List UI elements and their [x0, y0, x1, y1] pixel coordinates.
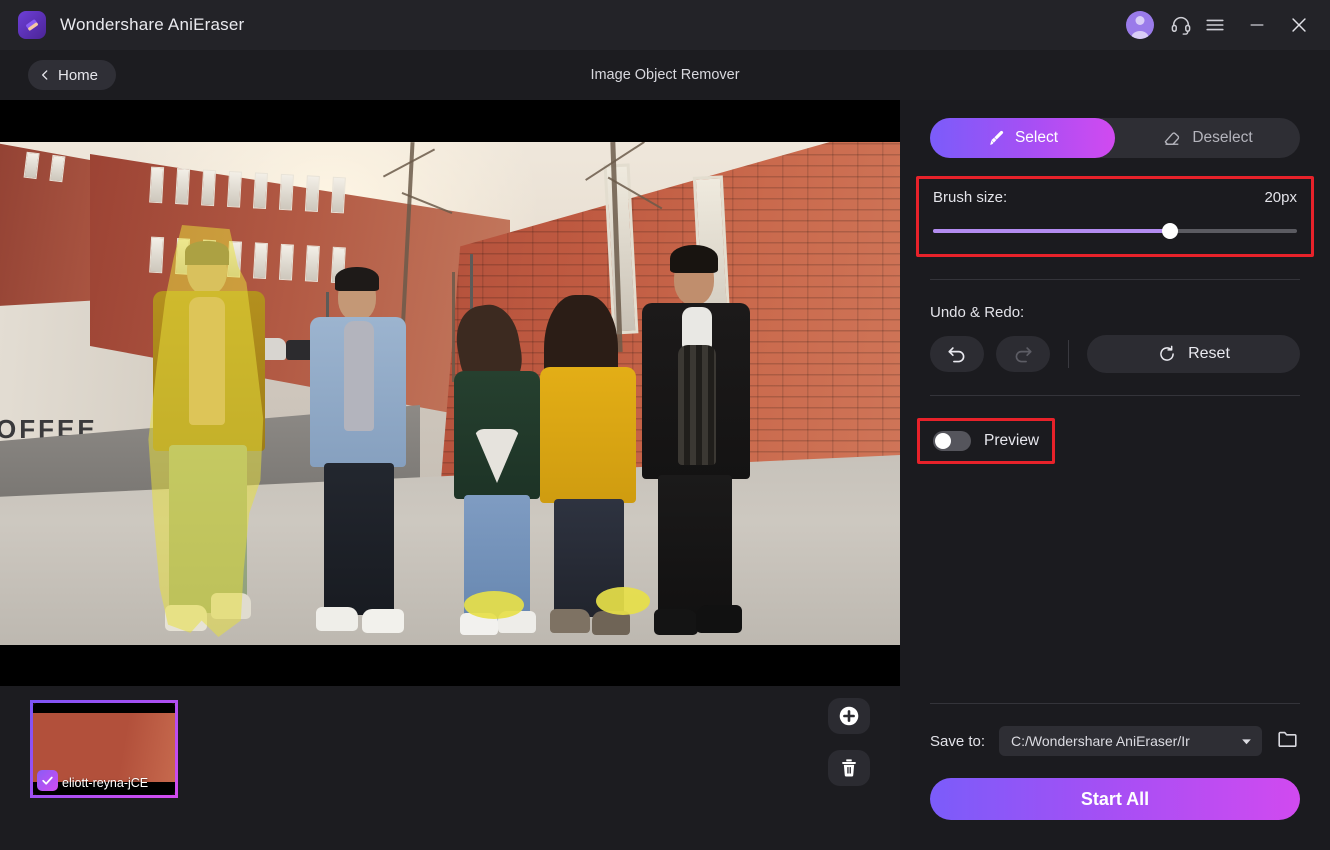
minimize-icon[interactable] [1240, 8, 1274, 42]
filmstrip: eliott-reyna-jCE [0, 685, 900, 850]
delete-image-button[interactable] [828, 750, 870, 786]
tool-segmented-control: Select Deselect [930, 118, 1300, 158]
app-window: Wondershare AniEraser Home Image Object … [0, 0, 1330, 850]
deselect-tool-button[interactable]: Deselect [1115, 118, 1300, 158]
home-button-label: Home [58, 66, 99, 84]
left-pane: OFFEE eliott-reyna-jCE [0, 100, 900, 850]
thumbnail-checkbox[interactable] [37, 770, 58, 791]
sweater [540, 367, 636, 503]
shoe [696, 605, 742, 633]
shirt [189, 297, 225, 425]
shoe [165, 605, 207, 631]
brush-size-header: Brush size: 20px [933, 189, 1297, 206]
vertical-separator [1068, 340, 1069, 368]
pants [169, 445, 247, 613]
pants [658, 475, 732, 617]
shoe [654, 609, 698, 635]
add-image-button[interactable] [828, 698, 870, 734]
save-to-label: Save to: [930, 732, 986, 750]
brush-size-label: Brush size: [933, 189, 1008, 206]
right-panel: Select Deselect Brush size: 20px Undo & … [900, 100, 1330, 850]
history-label: Undo & Redo: [930, 304, 1025, 321]
trash-icon [842, 759, 856, 777]
shoe [362, 609, 404, 633]
window-row [23, 151, 66, 183]
reset-button[interactable]: Reset [1087, 335, 1300, 373]
person-5 [640, 245, 752, 645]
hair [185, 241, 229, 265]
hair [335, 267, 379, 291]
save-path-dropdown[interactable]: C:/Wondershare AniEraser/Ir [999, 726, 1262, 756]
pants [324, 463, 394, 615]
thumbnail-filename: eliott-reyna-jCE [62, 776, 149, 790]
divider [930, 279, 1300, 280]
tshirt [682, 307, 712, 349]
chevron-down-icon [1242, 738, 1251, 744]
thumbnail-item[interactable]: eliott-reyna-jCE [30, 700, 178, 798]
folder-icon [1278, 731, 1297, 747]
chevron-left-icon [42, 70, 48, 80]
user-avatar[interactable] [1126, 11, 1154, 39]
brush-icon [989, 130, 1004, 145]
preview-group: Preview [917, 418, 1056, 464]
brush-size-group: Brush size: 20px [916, 176, 1314, 257]
person-1 [145, 241, 275, 645]
plaid-shirt [678, 345, 716, 465]
preview-label: Preview [984, 432, 1040, 449]
body: OFFEE eliott-reyna-jCE Select Deselect B… [0, 100, 1330, 850]
browse-folder-button[interactable] [1276, 727, 1300, 756]
history-controls: Reset [930, 335, 1300, 373]
plus-circle-icon [839, 706, 859, 726]
redo-icon [1015, 347, 1032, 363]
undo-icon [948, 347, 965, 363]
page-title: Image Object Remover [590, 67, 740, 83]
selection-blob-2 [596, 587, 650, 615]
image-canvas[interactable]: OFFEE [0, 100, 900, 685]
slider-fill [933, 229, 1170, 233]
deselect-tool-label: Deselect [1192, 129, 1253, 146]
divider [930, 395, 1300, 396]
shirt [344, 321, 374, 431]
home-button[interactable]: Home [28, 60, 117, 90]
reset-label: Reset [1188, 345, 1230, 362]
shoe [316, 607, 358, 631]
start-all-button[interactable]: Start All [930, 778, 1300, 820]
eraser-icon [1165, 132, 1180, 145]
divider [930, 703, 1300, 704]
headset-icon[interactable] [1164, 8, 1198, 42]
hair [670, 245, 718, 273]
boot [550, 609, 590, 633]
save-to-row: Save to: C:/Wondershare AniEraser/Ir [930, 726, 1300, 756]
person-2 [306, 267, 412, 645]
close-icon[interactable] [1282, 8, 1316, 42]
source-photo: OFFEE [0, 142, 900, 645]
reset-icon [1160, 345, 1174, 361]
check-icon [42, 776, 53, 785]
title-bar: Wondershare AniEraser [0, 0, 1330, 50]
preview-toggle[interactable] [933, 431, 971, 451]
eraser-logo-icon [18, 11, 46, 39]
panel-spacer [930, 464, 1300, 703]
hamburger-menu-icon[interactable] [1198, 8, 1232, 42]
app-title: Wondershare AniEraser [60, 15, 245, 34]
brush-size-value: 20px [1264, 189, 1297, 206]
brush-size-slider[interactable] [933, 223, 1297, 239]
shoe [211, 593, 251, 619]
toggle-knob [935, 433, 951, 449]
sub-header: Home Image Object Remover [0, 50, 1330, 100]
undo-button[interactable] [930, 336, 984, 372]
select-tool-label: Select [1014, 129, 1059, 146]
save-path-value: C:/Wondershare AniEraser/Ir [1011, 733, 1190, 749]
redo-button[interactable] [996, 336, 1050, 372]
slider-knob[interactable] [1161, 223, 1178, 239]
selection-blob-1 [464, 591, 524, 619]
select-tool-button[interactable]: Select [930, 118, 1115, 158]
start-all-label: Start All [1080, 788, 1150, 809]
